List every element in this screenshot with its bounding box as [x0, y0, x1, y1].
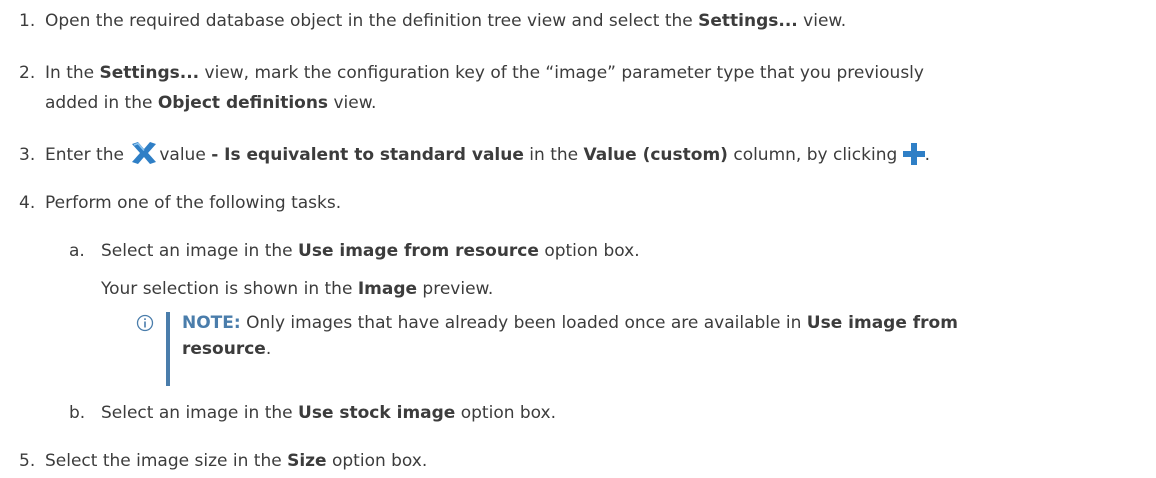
- step-text: value: [159, 145, 212, 165]
- step-text: Select the image size in the: [45, 451, 288, 471]
- step-4: 4. Perform one of the following tasks.: [19, 190, 341, 216]
- ui-term: Use image from resource: [298, 241, 539, 261]
- step-text: option box.: [455, 403, 557, 423]
- step-text: Open the required database object in the…: [45, 11, 699, 31]
- step-text: column, by clicking: [727, 145, 903, 165]
- step-text: Perform one of the following tasks.: [45, 193, 342, 213]
- note-body: .: [265, 339, 272, 359]
- ui-term: resource: [182, 339, 266, 359]
- note-text: NOTE: Only images that have already been…: [182, 310, 958, 362]
- note-bar: [166, 312, 170, 386]
- substep-letter: a.: [69, 241, 85, 261]
- substep-letter: b.: [69, 403, 86, 423]
- step-text: Select an image in the: [101, 403, 299, 423]
- ui-term: Size: [287, 451, 327, 471]
- step-text: view, mark the configuration key of the …: [199, 63, 924, 83]
- step-text: .: [924, 145, 931, 165]
- ui-term: Use image from: [806, 313, 958, 333]
- note-label: NOTE:: [182, 313, 241, 333]
- ui-term: Value (custom): [583, 145, 728, 165]
- step-text: view.: [797, 11, 847, 31]
- ui-term: Settings...: [99, 63, 200, 83]
- step-text: added in the: [45, 93, 158, 113]
- substep-a-paragraph: Your selection is shown in the Image pre…: [101, 276, 493, 302]
- step-number: 3.: [19, 145, 36, 165]
- step-5: 5. Select the image size in the Size opti…: [19, 448, 427, 474]
- plus-icon: [902, 143, 925, 173]
- step-number: 5.: [19, 451, 36, 471]
- substep-a: a. Select an image in the Use image from …: [69, 238, 640, 264]
- step-text: option box.: [538, 241, 640, 261]
- ui-term: Object definitions: [157, 93, 329, 113]
- ui-term: Settings...: [698, 11, 798, 31]
- step-number: 1.: [19, 11, 36, 31]
- step-text: Select an image in the: [101, 241, 299, 261]
- step-text: preview.: [417, 279, 494, 299]
- ui-term: Image: [357, 279, 418, 299]
- ui-term: - Is equivalent to standard value: [211, 145, 524, 165]
- info-icon: [136, 314, 154, 337]
- step-text: option box.: [326, 451, 428, 471]
- step-number: 2.: [19, 63, 36, 83]
- step-3: 3. Enter the value - Is equivalent to sta…: [19, 141, 930, 173]
- step-2-continuation: added in the Object definitions view.: [45, 90, 376, 116]
- step-text: in the: [523, 145, 584, 165]
- step-2: 2. In the Settings... view, mark the conf…: [19, 60, 924, 86]
- step-text: In the: [45, 63, 100, 83]
- ui-term: Use stock image: [298, 403, 456, 423]
- step-text: Enter the: [45, 145, 130, 165]
- x-icon: [129, 141, 159, 173]
- step-text: Your selection is shown in the: [101, 279, 358, 299]
- step-number: 4.: [19, 193, 36, 213]
- note-body: Only images that have already been loade…: [240, 313, 807, 333]
- substep-b: b. Select an image in the Use stock image…: [69, 400, 556, 426]
- step-1: 1. Open the required database object in t…: [19, 8, 846, 34]
- step-text: view.: [328, 93, 377, 113]
